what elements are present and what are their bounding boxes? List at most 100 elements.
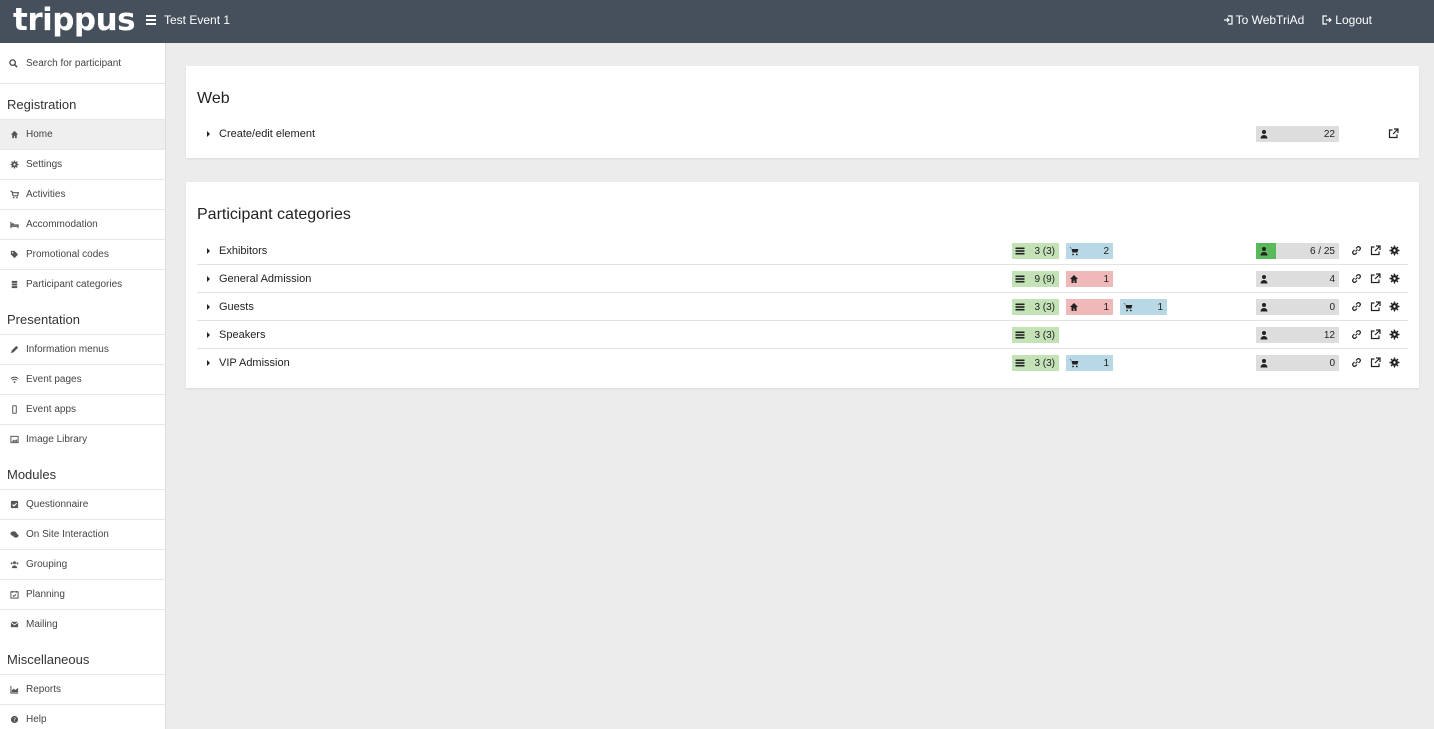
menu-toggle[interactable]: Test Event 1	[146, 13, 230, 27]
envelope-icon	[9, 620, 19, 630]
nav-on-site-interaction[interactable]: On Site Interaction	[0, 519, 165, 549]
caret-right-icon[interactable]	[207, 247, 210, 254]
trippus-logo[interactable]: trippus	[13, 2, 136, 38]
nav-image-library[interactable]: Image Library	[0, 424, 165, 454]
home-icon	[1070, 275, 1078, 283]
link-icon[interactable]	[1351, 301, 1362, 312]
cart-icon	[1123, 303, 1133, 312]
caret-right-icon[interactable]	[207, 331, 210, 338]
accommodation-count: 1	[1103, 273, 1109, 285]
fields-count: 3 (3)	[1034, 245, 1055, 257]
gear-icon[interactable]	[1389, 245, 1400, 256]
nav-promotional-codes[interactable]: Promotional codes	[0, 239, 165, 269]
category-row-vip-admission: VIP Admission 3 (3) 1 0	[197, 349, 1408, 377]
nav-settings-label: Settings	[26, 159, 63, 170]
external-link-icon[interactable]	[1370, 245, 1381, 256]
question-circle-icon: ?	[9, 715, 19, 725]
nav-reports-label: Reports	[26, 684, 62, 695]
nav-grouping-label: Grouping	[26, 559, 68, 570]
participant-categories-card: Participant categories Exhibitors 3 (3) …	[186, 182, 1419, 388]
logout-label: Logout	[1335, 13, 1372, 27]
nav-grouping[interactable]: Grouping	[0, 549, 165, 579]
gear-icon[interactable]	[1389, 273, 1400, 284]
nav-questionnaire[interactable]: Questionnaire	[0, 489, 165, 519]
nav-planning[interactable]: Planning	[0, 579, 165, 609]
web-element-row: Create/edit element 22	[197, 120, 1408, 148]
area-chart-icon	[9, 685, 19, 695]
nav-planning-label: Planning	[26, 589, 65, 600]
nav-event-pages[interactable]: Event pages	[0, 364, 165, 394]
to-webtriad-link[interactable]: To WebTriAd	[1223, 13, 1305, 27]
category-label[interactable]: General Admission	[219, 273, 311, 285]
nav-mailing[interactable]: Mailing	[0, 609, 165, 639]
accommodation-badge: 1	[1066, 299, 1113, 315]
category-label[interactable]: Exhibitors	[219, 245, 267, 257]
nav-home[interactable]: Home	[0, 119, 165, 149]
database-icon	[9, 280, 19, 290]
fields-badge: 3 (3)	[1012, 355, 1059, 371]
category-label[interactable]: Guests	[219, 301, 254, 313]
nav-event-apps[interactable]: Event apps	[0, 394, 165, 424]
link-icon[interactable]	[1351, 357, 1362, 368]
fields-badge: 3 (3)	[1012, 243, 1059, 259]
nav-promotional-codes-label: Promotional codes	[26, 249, 109, 260]
link-icon[interactable]	[1351, 245, 1362, 256]
category-label[interactable]: VIP Admission	[219, 357, 290, 369]
nav-help[interactable]: ? Help	[0, 704, 165, 729]
list-icon	[1015, 275, 1025, 283]
web-element-label[interactable]: Create/edit element	[219, 128, 315, 140]
nav-on-site-interaction-label: On Site Interaction	[26, 529, 109, 540]
caret-right-icon[interactable]	[207, 275, 210, 282]
link-icon[interactable]	[1351, 329, 1362, 340]
external-link-icon[interactable]	[1370, 301, 1381, 312]
gear-icon[interactable]	[1389, 357, 1400, 368]
nav-participant-categories[interactable]: Participant categories	[0, 269, 165, 299]
caret-right-icon[interactable]	[207, 131, 210, 137]
nav-information-menus[interactable]: Information menus	[0, 334, 165, 364]
nav-participant-categories-label: Participant categories	[26, 279, 123, 290]
logout-link[interactable]: Logout	[1322, 13, 1372, 27]
activities-badge: 1	[1120, 299, 1167, 315]
sign-out-icon	[1322, 15, 1333, 25]
external-link-icon[interactable]	[1370, 357, 1381, 368]
nav-activities[interactable]: Activities	[0, 179, 165, 209]
nav-settings[interactable]: Settings	[0, 149, 165, 179]
external-link-icon[interactable]	[1370, 273, 1381, 284]
cart-icon	[1069, 247, 1079, 256]
participant-count-badge: 6 / 25	[1256, 243, 1339, 259]
wifi-icon	[9, 375, 19, 385]
nav-questionnaire-label: Questionnaire	[26, 499, 89, 510]
user-icon	[1260, 247, 1268, 256]
category-row-general-admission: General Admission 9 (9) 1 4	[197, 265, 1408, 293]
nav-image-library-label: Image Library	[26, 434, 88, 445]
participant-search[interactable]: Search for participant	[0, 43, 165, 84]
bed-icon	[9, 220, 19, 230]
caret-right-icon[interactable]	[207, 360, 210, 366]
external-link-icon[interactable]	[1370, 329, 1381, 340]
user-icon	[1260, 130, 1268, 139]
top-bar: trippus Test Event 1 To WebTriAd Logout	[0, 0, 1434, 43]
section-registration: Registration	[7, 97, 77, 112]
calendar-check-icon	[9, 590, 19, 600]
user-icon	[1260, 359, 1268, 368]
list-icon	[1015, 331, 1025, 339]
link-icon[interactable]	[1351, 273, 1362, 284]
sidebar: Search for participant Registration Home…	[0, 43, 166, 729]
participant-count: 6 / 25	[1309, 245, 1335, 257]
gear-icon	[9, 160, 19, 170]
to-webtriad-label: To WebTriAd	[1235, 13, 1305, 27]
fields-count: 9 (9)	[1034, 273, 1055, 285]
fields-count: 3 (3)	[1034, 357, 1055, 369]
nav-accommodation[interactable]: Accommodation	[0, 209, 165, 239]
check-square-icon	[9, 500, 19, 510]
nav-reports[interactable]: Reports	[0, 674, 165, 704]
gear-icon[interactable]	[1389, 329, 1400, 340]
gear-icon[interactable]	[1389, 301, 1400, 312]
fields-count: 3 (3)	[1034, 301, 1055, 313]
fields-badge: 3 (3)	[1012, 327, 1059, 343]
caret-right-icon[interactable]	[207, 303, 210, 310]
external-link-icon[interactable]	[1388, 128, 1399, 139]
participant-categories-title: Participant categories	[197, 206, 351, 223]
nav-activities-label: Activities	[26, 189, 66, 200]
category-label[interactable]: Speakers	[219, 329, 265, 341]
